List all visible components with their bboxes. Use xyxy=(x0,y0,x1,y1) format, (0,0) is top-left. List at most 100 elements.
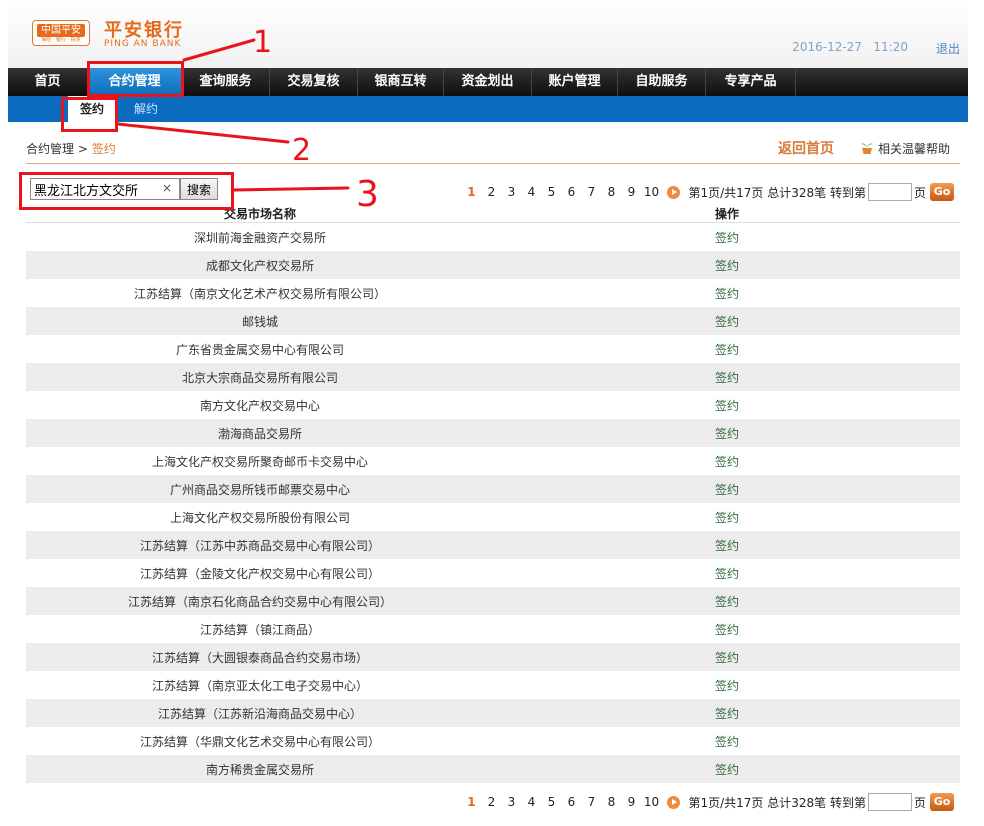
sign-link[interactable]: 签约 xyxy=(715,231,739,245)
nav-item-self-service[interactable]: 自助服务 xyxy=(618,68,706,96)
table-row: 江苏结算（华鼎文化艺术交易中心有限公司） 签约 xyxy=(26,727,960,755)
sign-link[interactable]: 签约 xyxy=(715,511,739,525)
plant-pot-icon xyxy=(860,143,873,154)
sign-link[interactable]: 签约 xyxy=(715,679,739,693)
page-link-6[interactable]: 6 xyxy=(561,185,581,199)
search-button[interactable]: 搜索 xyxy=(180,178,219,200)
subnav-item-cancel[interactable]: 解约 xyxy=(122,96,170,122)
date-text: 2016-12-27 xyxy=(792,40,862,54)
logo-mark-text: 中国平安 xyxy=(37,24,85,37)
page-link-4[interactable]: 4 xyxy=(521,795,541,809)
sign-link[interactable]: 签约 xyxy=(715,651,739,665)
next-page-icon[interactable] xyxy=(667,795,681,809)
action-cell: 签约 xyxy=(494,341,960,358)
sign-link[interactable]: 签约 xyxy=(715,259,739,273)
table-row: 广州商品交易所钱币邮票交易中心 签约 xyxy=(26,475,960,503)
page-link-8[interactable]: 8 xyxy=(601,185,621,199)
market-name-cell: 广州商品交易所钱币邮票交易中心 xyxy=(169,482,350,497)
goto-page-input[interactable] xyxy=(867,183,912,201)
action-cell: 签约 xyxy=(494,257,960,274)
page-link-9[interactable]: 9 xyxy=(621,795,641,809)
table-row: 渤海商品交易所 签约 xyxy=(26,419,960,447)
breadcrumb: 合约管理 > 签约 xyxy=(26,140,116,157)
sign-link[interactable]: 签约 xyxy=(715,371,739,385)
page-link-10[interactable]: 10 xyxy=(641,795,661,809)
nav-item-query-service[interactable]: 查询服务 xyxy=(182,68,270,96)
page-link-5[interactable]: 5 xyxy=(541,795,561,809)
sign-link[interactable]: 签约 xyxy=(715,483,739,497)
nav-item-bank-transfer[interactable]: 银商互转 xyxy=(358,68,444,96)
nav-item-exclusive-products[interactable]: 专享产品 xyxy=(706,68,796,96)
table-row: 江苏结算（江苏中苏商品交易中心有限公司） 签约 xyxy=(26,531,960,559)
breadcrumb-root[interactable]: 合约管理 xyxy=(26,142,74,156)
table-row: 上海文化产权交易所聚奇邮币卡交易中心 签约 xyxy=(26,447,960,475)
market-name-cell: 上海文化产权交易所聚奇邮币卡交易中心 xyxy=(151,454,368,469)
page-link-7[interactable]: 7 xyxy=(581,185,601,199)
sign-link[interactable]: 签约 xyxy=(715,567,739,581)
table-row: 江苏结算（金陵文化产权交易中心有限公司） 签约 xyxy=(26,559,960,587)
page-link-2[interactable]: 2 xyxy=(481,185,501,199)
action-cell: 签约 xyxy=(494,761,960,778)
help-link[interactable]: 相关温馨帮助 xyxy=(860,140,950,157)
market-name-cell: 江苏结算（大圆银泰商品合约交易市场） xyxy=(151,650,368,665)
market-name-cell: 上海文化产权交易所股份有限公司 xyxy=(169,510,350,525)
sign-link[interactable]: 签约 xyxy=(715,315,739,329)
nav-item-contract-management[interactable]: 合约管理 xyxy=(88,68,182,96)
sign-link[interactable]: 签约 xyxy=(715,287,739,301)
sign-link[interactable]: 签约 xyxy=(715,455,739,469)
pager-top: 1 2 3 4 5 6 7 8 9 10 第1页/共17页 总计328笔 转到第… xyxy=(461,182,954,202)
sign-link[interactable]: 签约 xyxy=(715,343,739,357)
page-link-7[interactable]: 7 xyxy=(581,795,601,809)
sign-link[interactable]: 签约 xyxy=(715,595,739,609)
page-link-8[interactable]: 8 xyxy=(601,795,621,809)
search-input[interactable] xyxy=(30,178,180,200)
market-name-cell: 邮钱城 xyxy=(241,314,278,329)
search-area: × 搜索 xyxy=(30,178,219,200)
nav-item-account-management[interactable]: 账户管理 xyxy=(532,68,618,96)
page-link-3[interactable]: 3 xyxy=(501,185,521,199)
page-link-1[interactable]: 1 xyxy=(461,185,481,199)
market-name-cell: 南方稀贵金属交易所 xyxy=(205,762,314,777)
help-text: 相关温馨帮助 xyxy=(877,142,950,156)
page-link-6[interactable]: 6 xyxy=(561,795,581,809)
action-cell: 签约 xyxy=(494,229,960,246)
market-name-cell: 江苏结算（南京石化商品合约交易中心有限公司） xyxy=(127,594,392,609)
subnav-item-sign[interactable]: 签约 xyxy=(68,96,117,122)
sign-link[interactable]: 签约 xyxy=(715,539,739,553)
sign-link[interactable]: 签约 xyxy=(715,735,739,749)
pager-bottom: 1 2 3 4 5 6 7 8 9 10 第1页/共17页 总计328笔 转到第… xyxy=(461,792,954,812)
sign-link[interactable]: 签约 xyxy=(715,399,739,413)
next-page-icon[interactable] xyxy=(667,185,681,199)
go-button[interactable]: Go xyxy=(930,793,954,811)
sign-link[interactable]: 签约 xyxy=(715,707,739,721)
page-link-1[interactable]: 1 xyxy=(461,795,481,809)
table-header: 交易市场名称 操作 xyxy=(26,205,960,223)
clear-icon[interactable]: × xyxy=(162,181,172,195)
logout-link[interactable]: 退出 xyxy=(936,40,960,57)
page-link-5[interactable]: 5 xyxy=(541,185,561,199)
page-info: 第1页/共17页 总计328笔 xyxy=(688,185,827,200)
sign-link[interactable]: 签约 xyxy=(715,623,739,637)
page-link-9[interactable]: 9 xyxy=(621,185,641,199)
action-cell: 签约 xyxy=(494,677,960,694)
goto-suffix: 页 xyxy=(913,795,926,810)
go-button[interactable]: Go xyxy=(930,183,954,201)
market-name-cell: 北京大宗商品交易所有限公司 xyxy=(181,370,338,385)
back-home-link[interactable]: 返回首页 xyxy=(778,138,834,158)
table-row: 广东省贵金属交易中心有限公司 签约 xyxy=(26,335,960,363)
goto-page-input[interactable] xyxy=(867,793,912,811)
nav-item-home[interactable]: 首页 xyxy=(8,68,88,96)
logo-mark-subtext: 保险 · 银行 · 投资 xyxy=(41,37,81,43)
table-row: 江苏结算（南京石化商品合约交易中心有限公司） 签约 xyxy=(26,587,960,615)
table-row: 邮钱城 签约 xyxy=(26,307,960,335)
page-link-4[interactable]: 4 xyxy=(521,185,541,199)
table-row: 南方稀贵金属交易所 签约 xyxy=(26,755,960,783)
page-link-10[interactable]: 10 xyxy=(641,185,661,199)
nav-item-fund-out[interactable]: 资金划出 xyxy=(444,68,532,96)
page-link-3[interactable]: 3 xyxy=(501,795,521,809)
sign-link[interactable]: 签约 xyxy=(715,763,739,777)
nav-item-transaction-review[interactable]: 交易复核 xyxy=(270,68,358,96)
sign-link[interactable]: 签约 xyxy=(715,427,739,441)
page-link-2[interactable]: 2 xyxy=(481,795,501,809)
table-row: 江苏结算（江苏新沿海商品交易中心） 签约 xyxy=(26,699,960,727)
